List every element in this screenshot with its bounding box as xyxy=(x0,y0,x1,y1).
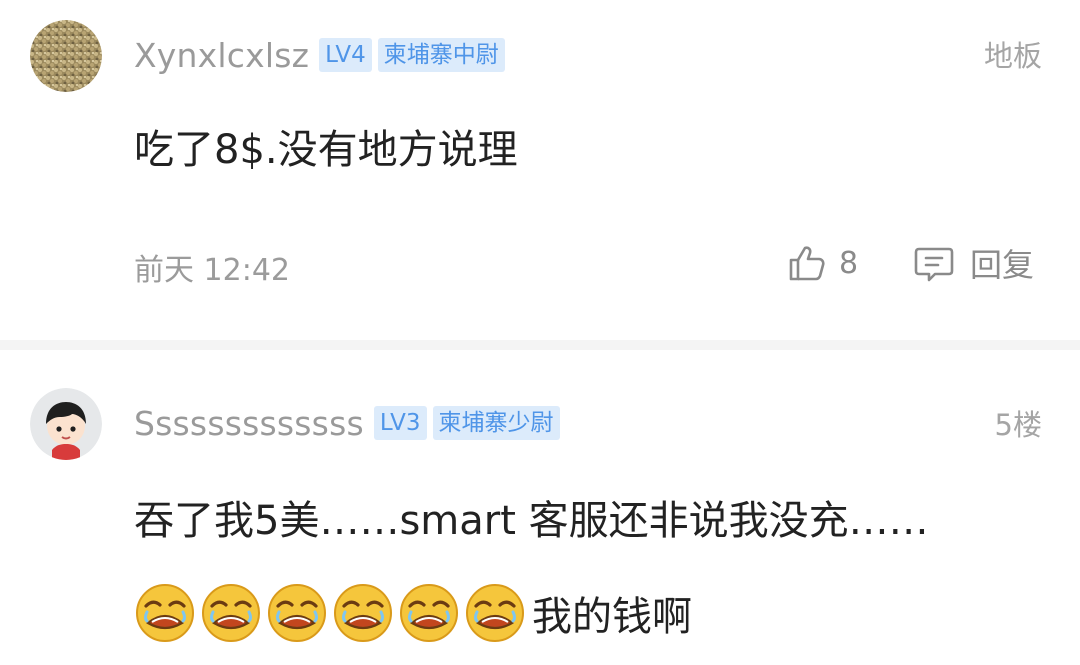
crying-face-emoji-icon xyxy=(334,584,392,642)
crying-face-emoji-icon xyxy=(202,584,260,642)
thumbs-up-icon xyxy=(789,246,825,281)
comment-item: Xynxlcxlsz LV4 柬埔寨中尉 地板 吃了8$.没有地方说理 前天 1… xyxy=(0,0,1080,340)
textured-avatar-icon xyxy=(30,20,102,92)
title-badge: 柬埔寨中尉 xyxy=(377,38,505,72)
reply-button[interactable]: 回复 xyxy=(914,240,1034,286)
level-badge: LV4 xyxy=(319,38,372,72)
crying-face-emoji-icon xyxy=(136,584,194,642)
emoji-caption: 我的钱啊 xyxy=(532,594,692,640)
user-info-row: Sssssssssssss LV3 柬埔寨少尉 xyxy=(134,398,566,448)
floor-label: 5楼 xyxy=(994,408,1042,442)
like-button[interactable]: 8 xyxy=(787,240,858,286)
user-info-row: Xynxlcxlsz LV4 柬埔寨中尉 xyxy=(134,30,511,80)
comment-text: 吃了8$.没有地方说理 xyxy=(134,127,518,173)
title-badge: 柬埔寨少尉 xyxy=(432,406,560,440)
emoji-row: 我的钱啊 xyxy=(134,578,692,648)
level-badge: LV3 xyxy=(373,406,427,440)
reply-label: 回复 xyxy=(970,246,1035,284)
emoji-group xyxy=(134,582,530,644)
comment-time: 前天 12:42 xyxy=(134,253,290,288)
floor-label: 地板 xyxy=(983,39,1042,73)
like-count: 8 xyxy=(839,245,859,281)
comment-item: Sssssssssssss LV3 柬埔寨少尉 5楼 吞了我5美……smart … xyxy=(0,350,1080,665)
crying-face-emoji-icon xyxy=(400,584,458,642)
user-avatar[interactable] xyxy=(30,20,102,92)
crying-face-emoji-icon xyxy=(268,584,326,642)
comment-text: 吞了我5美……smart 客服还非说我没充…… xyxy=(134,498,929,544)
cartoon-child-avatar-icon xyxy=(30,388,102,460)
comment-divider xyxy=(0,340,1080,350)
username[interactable]: Xynxlcxlsz xyxy=(134,36,309,75)
user-avatar[interactable] xyxy=(30,388,102,460)
crying-face-emoji-icon xyxy=(466,584,524,642)
username[interactable]: Sssssssssssss xyxy=(134,404,364,443)
comment-list: Xynxlcxlsz LV4 柬埔寨中尉 地板 吃了8$.没有地方说理 前天 1… xyxy=(0,0,1080,665)
comment-icon xyxy=(914,247,954,282)
